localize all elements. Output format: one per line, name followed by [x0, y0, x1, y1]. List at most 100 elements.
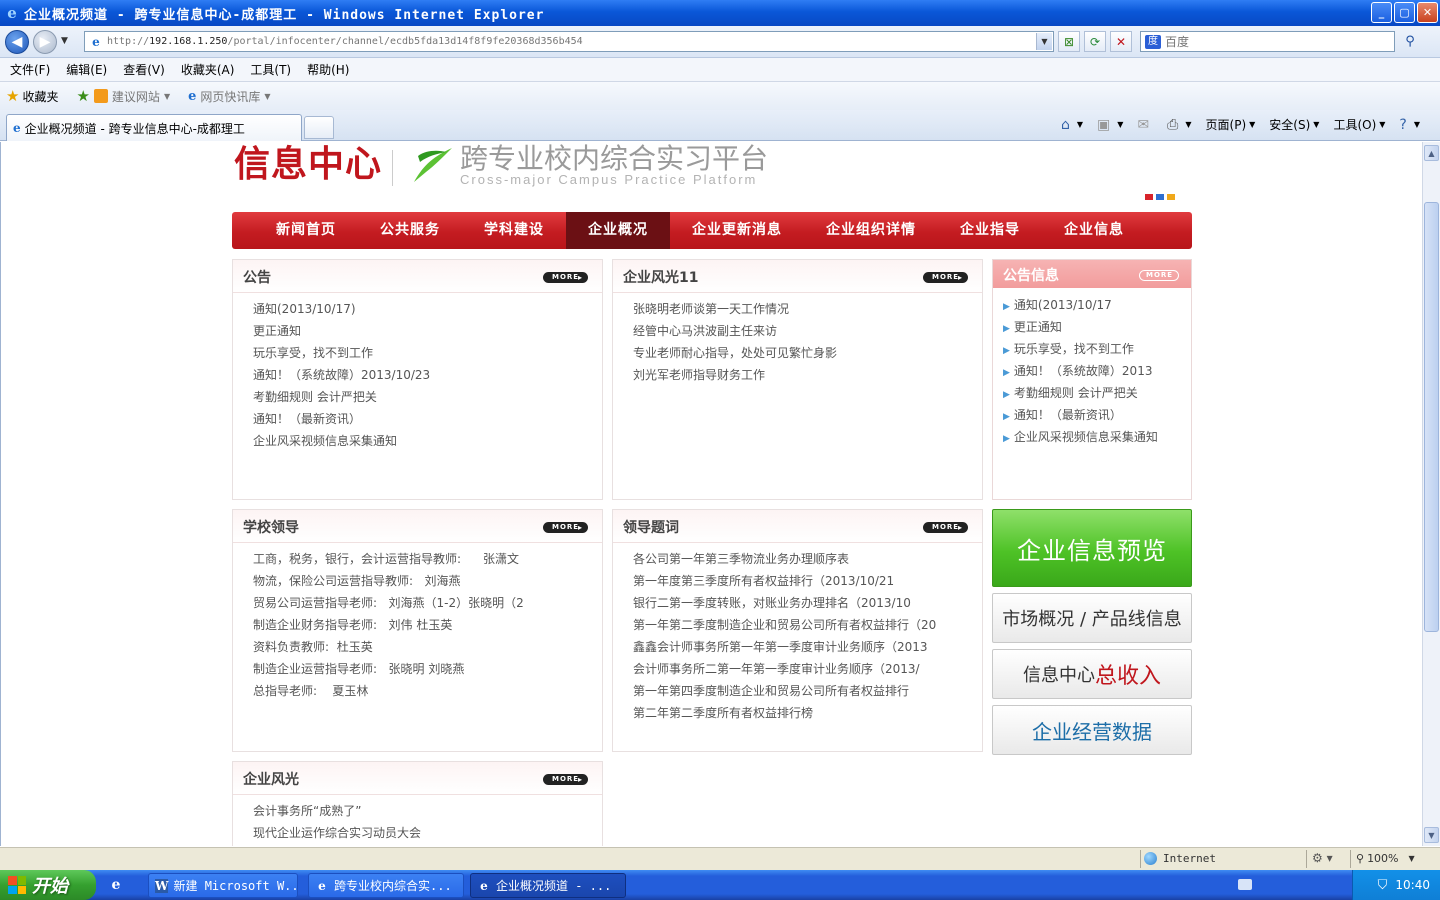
compat-view-button[interactable]: ⊠ — [1058, 31, 1080, 52]
page-menu[interactable]: 页面(P) ▼ — [1206, 116, 1256, 133]
help-button[interactable]: ? ▼ — [1399, 117, 1420, 133]
print-button[interactable]: ⎙ ▼ — [1167, 117, 1191, 133]
home-button[interactable]: ⌂ ▼ — [1061, 117, 1083, 133]
list-item[interactable]: ▶ 通知(2013/10/17 — [1003, 294, 1191, 316]
list-item[interactable]: 张晓明老师谈第一天工作情况 — [633, 298, 974, 320]
list-item[interactable]: ▶ 玩乐享受，找不到工作 — [1003, 338, 1191, 360]
taskbar-item-word[interactable]: W 新建 Microsoft W... — [148, 873, 298, 898]
list-item[interactable]: 会计师事务所二第一年第一季度审计业务顺序（2013/ — [633, 658, 974, 680]
list-item[interactable]: 会计事务所“成熟了” — [253, 800, 594, 822]
keyboard-icon[interactable] — [1238, 879, 1252, 890]
mail-button[interactable]: ✉ — [1137, 117, 1153, 133]
protected-mode-icon[interactable]: ⚙ ▾ — [1312, 851, 1333, 865]
list-item[interactable]: 贸易公司运营指导老师: 刘海燕（1-2）张晓明（2 — [253, 592, 594, 614]
vertical-scrollbar[interactable]: ▲ ▼ — [1422, 142, 1440, 846]
refresh-button[interactable]: ⟳ — [1084, 31, 1106, 52]
list-item[interactable]: 现代企业运作综合实习动员大会 — [253, 822, 594, 844]
nav-public-service[interactable]: 公共服务 — [358, 212, 462, 249]
list-item[interactable]: 制造企业运营指导老师: 张晓明 刘晓燕 — [253, 658, 594, 680]
start-button[interactable]: 开始 — [0, 870, 96, 900]
list-item[interactable]: 制造企业财务指导老师: 刘伟 杜玉英 — [253, 614, 594, 636]
taskbar-item-platform[interactable]: e 跨专业校内综合实... — [308, 873, 464, 898]
menu-tools[interactable]: 工具(T) — [244, 61, 297, 78]
theme-blue-swatch[interactable] — [1156, 194, 1164, 200]
close-button[interactable]: ✕ — [1417, 2, 1438, 23]
new-tab-button[interactable] — [304, 116, 334, 139]
list-item[interactable]: 专业老师耐心指导，处处可见繁忙身影 — [633, 342, 974, 364]
maximize-button[interactable]: ▢ — [1394, 2, 1415, 23]
history-dropdown[interactable]: ▼ — [61, 36, 68, 46]
more-button[interactable]: MORE — [543, 272, 588, 283]
scroll-up-button[interactable]: ▲ — [1424, 145, 1439, 161]
list-item[interactable]: 第一年第二季度制造企业和贸易公司所有者权益排行（20 — [633, 614, 974, 636]
nav-news-home[interactable]: 新闻首页 — [254, 212, 358, 249]
favorites-button[interactable]: ★ 收藏夹 — [6, 87, 58, 105]
quicklaunch-ie-icon[interactable]: e — [108, 877, 124, 893]
scroll-thumb[interactable] — [1424, 202, 1439, 632]
list-item[interactable]: 第一年第四季度制造企业和贸易公司所有者权益排行 — [633, 680, 974, 702]
list-item[interactable]: 考勤细规则 会计严把关 — [253, 386, 594, 408]
nav-discipline[interactable]: 学科建设 — [462, 212, 566, 249]
menu-view[interactable]: 查看(V) — [117, 61, 171, 78]
list-item[interactable]: ▶ 更正通知 — [1003, 316, 1191, 338]
menu-help[interactable]: 帮助(H) — [301, 61, 355, 78]
list-item[interactable]: 鑫鑫会计师事务所第一年第一季度审计业务顺序（2013 — [633, 636, 974, 658]
nav-company-overview[interactable]: 企业概况 — [566, 212, 670, 249]
more-button[interactable]: MORE — [543, 522, 588, 533]
zoom-control[interactable]: ⚲ 100% ▼ — [1356, 852, 1415, 865]
nav-company-guidance[interactable]: 企业指导 — [938, 212, 1042, 249]
menu-file[interactable]: 文件(F) — [4, 61, 56, 78]
search-input[interactable] — [1165, 34, 1385, 49]
list-item[interactable]: 企业风采视频信息采集通知 — [253, 430, 594, 452]
more-button[interactable]: MORE — [1139, 270, 1179, 281]
feeds-button[interactable]: ▣ ▼ — [1097, 117, 1123, 133]
suggested-sites-link[interactable]: ★ 建议网站 ▼ — [76, 87, 170, 105]
safety-menu[interactable]: 安全(S) ▼ — [1269, 116, 1319, 133]
more-button[interactable]: MORE — [543, 774, 588, 785]
list-item[interactable]: 通知！（系统故障）2013/10/23 — [253, 364, 594, 386]
list-item[interactable]: 银行二第一季度转账，对账业务办理排名（2013/10 — [633, 592, 974, 614]
market-overview-button[interactable]: 市场概况 / 产品线信息 — [992, 593, 1192, 643]
nav-company-organization[interactable]: 企业组织详情 — [804, 212, 938, 249]
menu-favorites[interactable]: 收藏夹(A) — [175, 61, 241, 78]
address-input[interactable]: e http://192.168.1.250/portal/infocenter… — [84, 31, 1054, 52]
list-item[interactable]: 资料负责教师: 杜玉英 — [253, 636, 594, 658]
nav-company-info[interactable]: 企业信息 — [1042, 212, 1146, 249]
scroll-down-button[interactable]: ▼ — [1424, 827, 1439, 843]
list-item[interactable]: 第一年度第三季度所有者权益排行（2013/10/21 — [633, 570, 974, 592]
search-button[interactable]: ⚲ — [1398, 31, 1422, 52]
minimize-button[interactable]: _ — [1371, 2, 1392, 23]
list-item[interactable]: ▶ 通知！（最新资讯） — [1003, 404, 1191, 426]
business-data-button[interactable]: 企业经营数据 — [992, 705, 1192, 755]
shield-icon[interactable]: ⛉ — [1378, 878, 1388, 893]
list-item[interactable]: 工商，税务，银行，会计运营指导教师: 张潇文 — [253, 548, 594, 570]
list-item[interactable]: ▶ 通知！（系统故障）2013 — [1003, 360, 1191, 382]
list-item[interactable]: ▶ 考勤细规则 会计严把关 — [1003, 382, 1191, 404]
list-item[interactable]: 刘光军老师指导财务工作 — [633, 364, 974, 386]
list-item[interactable]: 通知(2013/10/17) — [253, 298, 594, 320]
menu-edit[interactable]: 编辑(E) — [60, 61, 113, 78]
list-item[interactable]: 各公司第一年第三季物流业务办理顺序表 — [633, 548, 974, 570]
back-button[interactable]: ◀ — [5, 30, 29, 54]
browser-tab-active[interactable]: e 企业概况频道 - 跨专业信息中心-成都理工 — [6, 114, 302, 141]
list-item[interactable]: 更正通知 — [253, 320, 594, 342]
total-income-button[interactable]: 信息中心 总收入 — [992, 649, 1192, 699]
stop-button[interactable]: ✕ — [1110, 31, 1132, 52]
list-item[interactable]: 通知！（最新资讯） — [253, 408, 594, 430]
more-button[interactable]: MORE — [923, 522, 968, 533]
list-item[interactable]: 物流，保险公司运营指导教师: 刘海燕 — [253, 570, 594, 592]
tools-menu[interactable]: 工具(O) ▼ — [1333, 116, 1385, 133]
address-dropdown-icon[interactable]: ▼ — [1036, 33, 1052, 50]
list-item[interactable]: ▶ 企业风采视频信息采集通知 — [1003, 426, 1191, 448]
theme-orange-swatch[interactable] — [1167, 194, 1175, 200]
more-button[interactable]: MORE — [923, 272, 968, 283]
list-item[interactable]: 玩乐享受，找不到工作 — [253, 342, 594, 364]
taskbar-item-overview[interactable]: e 企业概况频道 - ... — [470, 873, 626, 898]
list-item[interactable]: 总指导老师: 夏玉林 — [253, 680, 594, 702]
list-item[interactable]: 经管中心马洪波副主任来访 — [633, 320, 974, 342]
nav-company-updates[interactable]: 企业更新消息 — [670, 212, 804, 249]
theme-red-swatch[interactable] — [1145, 194, 1153, 200]
company-preview-button[interactable]: 企业信息预览 — [992, 509, 1192, 587]
forward-button[interactable]: ▶ — [33, 30, 57, 54]
web-slice-gallery-link[interactable]: e 网页快讯库 ▼ — [188, 88, 270, 105]
